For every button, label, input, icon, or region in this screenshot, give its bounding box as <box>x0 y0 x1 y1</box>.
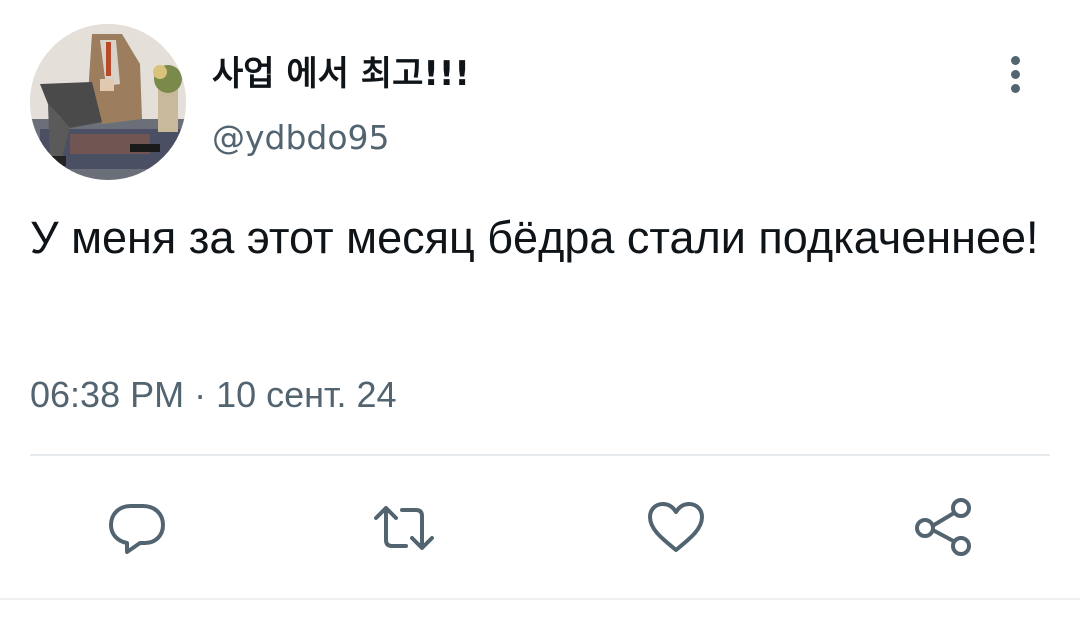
share-icon <box>915 498 971 556</box>
share-button[interactable] <box>912 496 976 560</box>
display-name[interactable]: 사업 에서 최고!!! <box>212 46 470 95</box>
avatar-photo <box>30 24 186 180</box>
user-handle[interactable]: @ydbdo95 <box>212 118 390 157</box>
reply-icon <box>109 504 165 554</box>
more-options-button[interactable] <box>996 50 1036 98</box>
avatar[interactable] <box>30 24 186 180</box>
heart-icon <box>648 502 704 552</box>
tweet-card: 사업 에서 최고!!! @ydbdo95 У меня за этот меся… <box>0 0 1080 618</box>
more-vertical-icon-dot <box>1011 84 1020 93</box>
divider <box>30 454 1050 456</box>
like-button[interactable] <box>644 496 708 560</box>
more-vertical-icon <box>1011 56 1020 65</box>
retweet-button[interactable] <box>372 496 436 560</box>
more-vertical-icon-dot <box>1011 70 1020 79</box>
retweet-icon <box>374 506 434 550</box>
tweet-timestamp[interactable]: 06:38 PM · 10 сент. 24 <box>30 374 397 416</box>
bottom-divider <box>0 598 1080 600</box>
tweet-text: У меня за этот месяц бёдра стали подкаче… <box>30 212 1039 263</box>
reply-button[interactable] <box>105 496 169 560</box>
